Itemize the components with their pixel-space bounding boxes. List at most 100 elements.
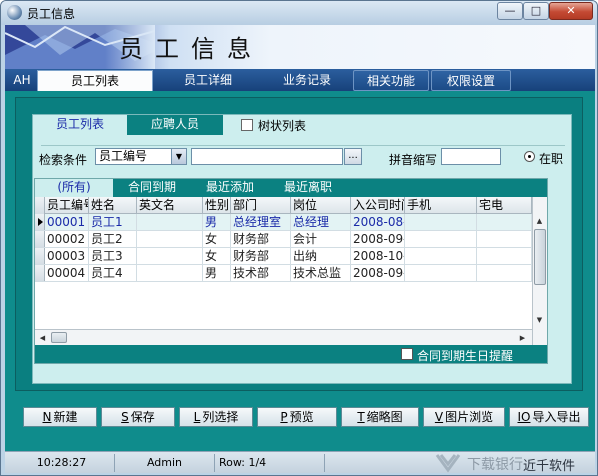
col-header-department[interactable]: 部门 [231,197,291,214]
cell-position[interactable]: 技术总监 [291,265,351,281]
preview-button[interactable]: P 预览 [257,407,337,427]
row-selector[interactable] [35,214,45,230]
tab-permissions[interactable]: 权限设置 [431,70,511,91]
table-row[interactable]: 00002 员工2 女财务部 会计 2008-09- [35,231,532,248]
cell-english-name[interactable] [137,231,203,247]
cell-position[interactable]: 总经理 [291,214,351,230]
main-panel: 员工列表 应聘人员 树状列表 检索条件 员工编号 ▼ ... 拼音缩写 在职 (… [15,97,583,391]
close-button[interactable]: ✕ [549,2,593,20]
cell-mobile[interactable] [405,231,477,247]
cell-emp-no[interactable]: 00003 [45,248,89,264]
table-row[interactable]: 00003 员工3 女财务部 出纳 2008-10- [35,248,532,265]
cell-department[interactable]: 技术部 [231,265,291,281]
button-bar: N 新建 S 保存 L 列选择 P 预览 T 缩略图 V 图片浏览 IO 导入导出 [5,397,595,451]
tab-employee-list[interactable]: 员工列表 [37,70,153,91]
cell-hire-date[interactable]: 2008-09- [351,231,405,247]
scroll-up-icon[interactable]: ▲ [533,214,546,228]
cell-mobile[interactable] [405,248,477,264]
cell-department[interactable]: 总经理室 [231,214,291,230]
watermark-logo-icon [435,454,461,473]
cell-gender[interactable]: 男 [203,214,231,230]
active-radio[interactable] [524,151,535,162]
cell-home-phone[interactable] [477,231,532,247]
row-selector[interactable] [35,248,45,264]
col-header-hire-date[interactable]: 入公司时间 [351,197,405,214]
cell-hire-date[interactable]: 2008-09- [351,265,405,281]
pinyin-input[interactable] [441,148,501,165]
tab-employee-detail[interactable]: 员工详细 [153,70,263,91]
active-radio-label: 在职 [539,152,564,166]
vertical-scrollbar[interactable]: ▲ ▼ [532,197,547,345]
col-header-gender[interactable]: 性别 [203,197,231,214]
cell-position[interactable]: 会计 [291,231,351,247]
maximize-button[interactable]: □ [523,2,549,20]
cell-gender[interactable]: 男 [203,265,231,281]
cell-department[interactable]: 财务部 [231,248,291,264]
save-button[interactable]: S 保存 [101,407,175,427]
new-button[interactable]: N 新建 [23,407,97,427]
cell-mobile[interactable] [405,214,477,230]
cell-name[interactable]: 员工4 [89,265,137,281]
grid-tab-all[interactable]: (所有) [35,179,113,197]
col-header-name[interactable]: 姓名 [89,197,137,214]
cell-department[interactable]: 财务部 [231,231,291,247]
table-row[interactable]: 00004 员工4 男技术部 技术总监 2008-09- [35,265,532,282]
cell-gender[interactable]: 女 [203,248,231,264]
search-field-select[interactable]: 员工编号 ▼ [95,148,187,165]
cell-name[interactable]: 员工3 [89,248,137,264]
cell-home-phone[interactable] [477,214,532,230]
subtab-applicants[interactable]: 应聘人员 [127,115,223,135]
col-header-home-phone[interactable]: 宅电 [477,197,532,214]
grid-tab-recently-added[interactable]: 最近添加 [191,179,269,197]
cell-english-name[interactable] [137,214,203,230]
title-bar[interactable]: 员工信息 — □ ✕ [1,1,597,25]
cell-name[interactable]: 员工1 [89,214,137,230]
cell-gender[interactable]: 女 [203,231,231,247]
scroll-down-icon[interactable]: ▼ [533,313,546,327]
scroll-left-icon[interactable]: ◀ [36,331,49,345]
status-row: Row: 1/4 [215,454,325,472]
vertical-scroll-thumb[interactable] [534,229,546,285]
sub-tab-bar: 员工列表 应聘人员 树状列表 [33,115,573,135]
browse-button[interactable]: ... [344,148,362,165]
col-header-mobile[interactable]: 手机 [405,197,477,214]
cell-home-phone[interactable] [477,248,532,264]
col-header-emp-no[interactable]: 员工编号 [45,197,89,214]
thumbnail-button[interactable]: T 缩略图 [341,407,419,427]
cell-english-name[interactable] [137,248,203,264]
cell-emp-no[interactable]: 00002 [45,231,89,247]
row-selector[interactable] [35,231,45,247]
tab-related-functions[interactable]: 相关功能 [353,70,429,91]
search-input[interactable] [191,148,343,165]
tab-business-records[interactable]: 业务记录 [263,70,351,91]
col-header-english-name[interactable]: 英文名 [137,197,203,214]
table-row[interactable]: 00001 员工1 男总经理室 总经理 2008-08- [35,214,532,231]
cell-hire-date[interactable]: 2008-10- [351,248,405,264]
cell-emp-no[interactable]: 00001 [45,214,89,230]
grid-tab-contract-expiring[interactable]: 合同到期 [113,179,191,197]
header-banner: 员工信息 [5,25,595,69]
image-browse-button[interactable]: V 图片浏览 [423,407,505,427]
subtab-employee-list[interactable]: 员工列表 [33,115,127,135]
import-export-button[interactable]: IO 导入导出 [509,407,589,427]
col-header-position[interactable]: 岗位 [291,197,351,214]
cell-position[interactable]: 出纳 [291,248,351,264]
row-selector[interactable] [35,265,45,281]
cell-name[interactable]: 员工2 [89,231,137,247]
tree-list-checkbox[interactable] [241,119,253,131]
cell-home-phone[interactable] [477,265,532,281]
watermark-text: 下载银行 [467,457,523,473]
cell-emp-no[interactable]: 00004 [45,265,89,281]
horizontal-scroll-thumb[interactable] [51,332,67,343]
cell-english-name[interactable] [137,265,203,281]
tab-ah[interactable]: AH [7,70,37,91]
contract-birthday-reminder-checkbox[interactable] [401,348,413,360]
scroll-right-icon[interactable]: ▶ [516,331,529,345]
cell-hire-date[interactable]: 2008-08- [351,214,405,230]
chevron-down-icon[interactable]: ▼ [171,149,186,164]
minimize-button[interactable]: — [497,2,523,20]
grid-tab-recently-left[interactable]: 最近离职 [269,179,347,197]
cell-mobile[interactable] [405,265,477,281]
horizontal-scrollbar[interactable]: ◀ ▶ [35,329,532,345]
column-select-button[interactable]: L 列选择 [179,407,253,427]
